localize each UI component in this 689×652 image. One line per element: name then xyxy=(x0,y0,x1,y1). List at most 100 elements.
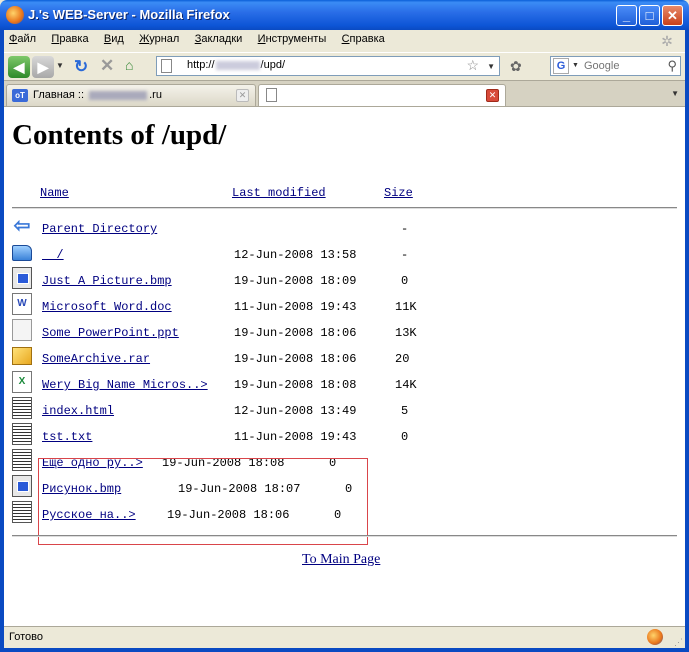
url-text[interactable]: http:///upd/ xyxy=(187,59,285,71)
table-row: index.html 12-Jun-2008 13:49 5 xyxy=(4,397,685,421)
text-file-icon[interactable] xyxy=(12,449,32,471)
search-box: G ▼ ⚲ xyxy=(550,56,681,76)
maximize-button[interactable]: □ xyxy=(639,5,660,26)
entry-size: 0 xyxy=(401,274,409,288)
entry-size: - xyxy=(401,222,409,236)
entry-size: 13K xyxy=(395,326,417,340)
entry-link[interactable]: SomeArchive.rar xyxy=(42,352,150,366)
entry-link[interactable]: tst.txt xyxy=(42,430,92,444)
search-input[interactable] xyxy=(584,58,662,73)
back-icon[interactable]: ⇦ xyxy=(12,215,32,237)
back-button[interactable]: ◀ xyxy=(8,56,30,78)
bookmark-star-icon[interactable]: ☆ xyxy=(466,57,479,74)
tab-main[interactable]: oT Главная :: .ru ✕ xyxy=(6,84,256,106)
menu-bookmarks[interactable]: Закладки xyxy=(190,30,248,48)
firefox-status-icon[interactable] xyxy=(647,629,663,645)
title-bar[interactable]: J.'s WEB-Server - Mozilla Firefox _ □ ✕ xyxy=(0,0,689,30)
reload-button[interactable]: ↻ xyxy=(74,57,88,77)
entry-size: 5 xyxy=(401,404,409,418)
menu-edit[interactable]: Правка xyxy=(46,30,93,48)
table-row: Some PowerPoint.ppt 19-Jun-2008 18:06 13… xyxy=(4,319,685,343)
entry-size: - xyxy=(401,248,409,262)
entry-date: 19-Jun-2008 18:08 xyxy=(234,378,357,392)
table-row: SomeArchive.rar 19-Jun-2008 18:06 20 xyxy=(4,345,685,369)
site-favicon: oT xyxy=(12,89,28,102)
image-file-icon[interactable] xyxy=(12,475,32,497)
entry-link[interactable]: index.html xyxy=(42,404,114,418)
navigation-toolbar: ◀ ▶ ▼ ↻ ✕ ⌂ http:///upd/ ☆ ▼ ✿ G ▼ ⚲ xyxy=(4,52,685,81)
resize-grip-icon[interactable]: ⋰ xyxy=(674,637,683,648)
entry-size: 11K xyxy=(395,300,417,314)
menu-tools[interactable]: Инструменты xyxy=(253,30,332,48)
entry-date: 11-Jun-2008 19:43 xyxy=(234,300,357,314)
stop-button[interactable]: ✕ xyxy=(100,56,114,76)
entry-size: 0 xyxy=(401,430,409,444)
page-favicon xyxy=(266,88,277,102)
entry-date: 12-Jun-2008 13:49 xyxy=(234,404,357,418)
firefox-icon xyxy=(6,6,24,24)
window-title: J.'s WEB-Server - Mozilla Firefox xyxy=(28,7,230,22)
entry-date: 19-Jun-2008 18:09 xyxy=(234,274,357,288)
history-dropdown-icon[interactable]: ▼ xyxy=(56,61,64,70)
blank-file-icon[interactable] xyxy=(12,319,32,341)
menu-history[interactable]: Журнал xyxy=(134,30,184,48)
page-heading: Contents of /upd/ xyxy=(12,119,227,151)
word-doc-icon[interactable]: W xyxy=(12,293,32,315)
divider-bottom xyxy=(12,535,677,537)
window-frame-bottom xyxy=(0,648,689,652)
tab-close-icon[interactable]: ✕ xyxy=(486,89,499,102)
column-modified-link[interactable]: Last modified xyxy=(232,186,326,200)
menu-bar: Файл Правка Вид Журнал Закладки Инструме… xyxy=(4,30,685,52)
url-bar[interactable]: http:///upd/ ☆ ▼ xyxy=(156,56,500,76)
archive-icon[interactable] xyxy=(12,347,32,365)
tab-bar: oT Главная :: .ru ✕ ✕ ▼ xyxy=(4,80,685,107)
engine-dropdown-icon[interactable]: ▼ xyxy=(572,62,579,69)
column-name-link[interactable]: Name xyxy=(40,186,69,200)
tab-current[interactable]: ✕ xyxy=(258,84,506,107)
column-size-link[interactable]: Size xyxy=(384,186,413,200)
minimize-button[interactable]: _ xyxy=(616,5,637,26)
entry-date: 12-Jun-2008 13:58 xyxy=(234,248,357,262)
table-row: X Wery Big Name Micros..> 19-Jun-2008 18… xyxy=(4,371,685,395)
text-file-icon[interactable] xyxy=(12,423,32,445)
tab-list-dropdown-icon[interactable]: ▼ xyxy=(671,89,679,98)
entry-link[interactable]: Just A Picture.bmp xyxy=(42,274,172,288)
folder-icon[interactable] xyxy=(12,245,32,261)
menu-file[interactable]: Файл xyxy=(4,30,41,48)
entry-size: 14K xyxy=(395,378,417,392)
table-row: W Microsoft Word.doc 11-Jun-2008 19:43 1… xyxy=(4,293,685,317)
text-file-icon[interactable] xyxy=(12,501,32,523)
tab-close-icon[interactable]: ✕ xyxy=(236,89,249,102)
menu-help[interactable]: Справка xyxy=(337,30,390,48)
home-button[interactable]: ⌂ xyxy=(125,57,143,75)
status-bar: Готово ⋰ xyxy=(4,626,685,649)
blurred-host xyxy=(215,60,260,70)
entry-link[interactable]: Parent Directory xyxy=(42,222,157,236)
main-page-link[interactable]: To Main Page xyxy=(302,552,380,568)
excel-file-icon[interactable]: X xyxy=(12,371,32,393)
window-frame-right xyxy=(685,30,689,652)
addon-icon[interactable]: ✿ xyxy=(510,58,522,75)
entry-date: 19-Jun-2008 18:06 xyxy=(234,326,357,340)
entry-link[interactable]: Wery Big Name Micros..> xyxy=(42,378,208,392)
entry-link[interactable]: / xyxy=(42,248,63,262)
text-file-icon[interactable] xyxy=(12,397,32,419)
table-row: tst.txt 11-Jun-2008 19:43 0 xyxy=(4,423,685,447)
status-text: Готово xyxy=(9,631,43,643)
url-dropdown-icon[interactable]: ▼ xyxy=(487,62,495,71)
search-icon[interactable]: ⚲ xyxy=(667,58,677,74)
entry-link[interactable]: Microsoft Word.doc xyxy=(42,300,172,314)
highlight-box xyxy=(38,458,368,545)
entry-date: 11-Jun-2008 19:43 xyxy=(234,430,357,444)
close-button[interactable]: ✕ xyxy=(662,5,683,26)
page-icon xyxy=(161,59,172,73)
image-file-icon[interactable] xyxy=(12,267,32,289)
divider-top xyxy=(12,207,677,209)
tab-label: Главная :: .ru xyxy=(33,89,162,101)
menu-view[interactable]: Вид xyxy=(99,30,129,48)
page-content: Contents of /upd/ Name Last modified Siz… xyxy=(4,106,685,627)
google-engine-icon[interactable]: G xyxy=(553,58,569,74)
blurred-tab-text xyxy=(89,90,148,100)
forward-button[interactable]: ▶ xyxy=(32,56,54,78)
entry-link[interactable]: Some PowerPoint.ppt xyxy=(42,326,179,340)
